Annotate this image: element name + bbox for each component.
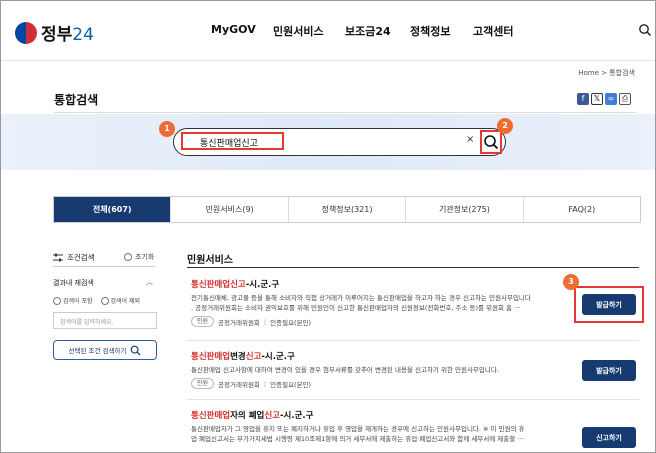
result-desc: 통신판매업자가 그 영업을 휴지 또는 폐지하거나 휴업 후 영업을 재개하는 …	[191, 425, 525, 443]
page-title: 통합검색	[54, 93, 99, 107]
facebook-icon[interactable]: f	[577, 93, 589, 105]
search-icon	[131, 345, 141, 355]
tab-agency-info[interactable]: 기관정보(275)	[406, 197, 524, 222]
tab-civil-service[interactable]: 민원서비스(9)	[171, 197, 289, 222]
type-tag: 민원	[191, 316, 215, 327]
site-logo[interactable]: 정부24	[15, 20, 94, 45]
annotation-badge-2: 2	[497, 118, 513, 134]
type-tag: 민원	[191, 378, 215, 389]
agency-label: 공정거래위원회	[218, 318, 260, 327]
issue-button[interactable]: 발급하기	[582, 294, 636, 315]
share-toolbar: f 𝕏 ∞ ⎙	[577, 93, 631, 105]
result-item: 통신판매업신고-시.군.구 전기통신매체, 광고물 등을 통해 소비자와 직접 …	[191, 278, 571, 327]
title-rule	[54, 112, 637, 113]
report-button[interactable]: 신고하기	[582, 427, 636, 448]
include-radio[interactable]: 검색어 포함	[53, 296, 93, 305]
radio-icon	[100, 296, 109, 305]
header-divider	[1, 60, 655, 61]
result-title[interactable]: 통신판매업신고-시.군.구	[191, 278, 571, 290]
result-title[interactable]: 통신판매업변경신고-시.군.구	[191, 350, 571, 362]
result-tags: 민원 공정거래위원회 | 인증필요(본인)	[191, 378, 571, 389]
print-icon[interactable]: ⎙	[619, 93, 631, 105]
search-input[interactable]: 통신판매업신고	[200, 136, 258, 149]
issue-button[interactable]: 발급하기	[582, 360, 636, 381]
section-rule	[187, 267, 639, 268]
auth-label: 인증필요(본인)	[270, 380, 312, 389]
tab-policy-info[interactable]: 정책정보(321)	[289, 197, 407, 222]
section-title: 민원서비스	[187, 255, 233, 266]
nav-item-policy[interactable]: 정책정보	[410, 23, 450, 39]
keyword-input[interactable]: 검색어를 입력하세요.	[53, 312, 157, 329]
re-search-options: 검색어 포함 검색어 제외	[53, 296, 140, 305]
result-tags: 민원 공정거래위원회 | 인증필요(본인)	[191, 316, 571, 327]
tab-all[interactable]: 전체(607)	[54, 197, 172, 222]
search-icon	[484, 135, 499, 150]
nav-item-mygov[interactable]: MyGOV	[211, 23, 256, 36]
result-divider	[187, 399, 639, 400]
result-desc: 전기통신매체, 광고물 등을 통해 소비자와 직접 상거래가 이루어지는 통신판…	[191, 294, 531, 312]
agency-label: 공정거래위원회	[218, 380, 260, 389]
breadcrumb: Home > 통합검색	[578, 69, 635, 77]
exclude-radio[interactable]: 검색어 제외	[100, 296, 140, 305]
chevron-up-icon[interactable]: ︿	[146, 277, 153, 287]
header-search-icon[interactable]	[638, 23, 652, 37]
sliders-icon	[53, 253, 63, 262]
filter-rule	[53, 266, 155, 267]
nav-item-customer-center[interactable]: 고객센터	[473, 23, 513, 39]
tab-faq[interactable]: FAQ(2)	[524, 197, 640, 222]
x-icon[interactable]: 𝕏	[591, 93, 603, 105]
annotation-badge-3: 3	[563, 274, 579, 290]
result-divider	[187, 340, 639, 341]
search-button[interactable]	[480, 130, 502, 154]
nav-item-subsidy24[interactable]: 보조금24	[345, 23, 391, 39]
clear-search-icon[interactable]: ×	[466, 134, 474, 145]
apply-filter-button[interactable]: 선택된 조건 검색하기	[53, 340, 157, 360]
category-tabs: 전체(607) 민원서비스(9) 정책정보(321) 기관정보(275) FAQ…	[53, 196, 641, 223]
auth-label: 인증필요(본인)	[270, 318, 312, 327]
filter-title: 조건검색	[53, 252, 95, 263]
re-search-label: 결과내 재검색	[53, 279, 94, 287]
nav-item-civil-service[interactable]: 민원서비스	[273, 23, 324, 39]
taegeuk-logo-icon	[15, 21, 37, 44]
logo-text: 정부24	[41, 25, 94, 45]
page-frame: 정부24 MyGOV 민원서비스 보조금24 정책정보 고객센터 Home > …	[0, 0, 656, 453]
result-item: 통신판매업자의 폐업신고-시.군.구 통신판매업자가 그 영업을 휴지 또는 폐…	[191, 409, 571, 444]
result-desc: 통신판매업 신고사항에 대하여 변경이 있을 경우 첨부서류를 갖추어 변경된 …	[191, 366, 499, 374]
link-icon[interactable]: ∞	[605, 93, 617, 105]
annotation-badge-1: 1	[159, 121, 175, 137]
reset-button[interactable]: 초기화	[124, 252, 154, 262]
radio-icon	[53, 296, 61, 305]
result-item: 통신판매업변경신고-시.군.구 통신판매업 신고사항에 대하여 변경이 있을 경…	[191, 350, 571, 389]
result-title[interactable]: 통신판매업자의 폐업신고-시.군.구	[191, 409, 571, 421]
reset-icon	[124, 253, 132, 261]
